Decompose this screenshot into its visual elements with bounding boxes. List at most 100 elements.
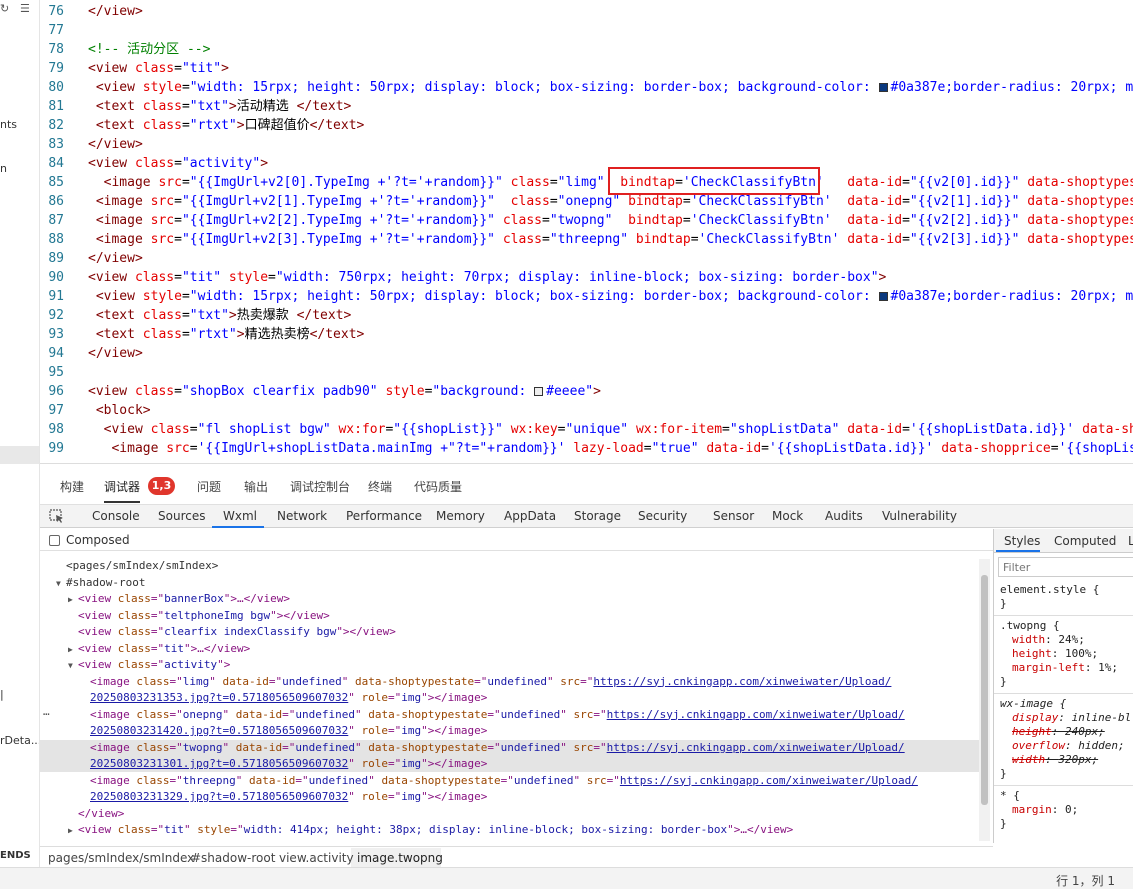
tree-node[interactable]: <image class="onepng" data-id="undefined… <box>40 707 980 723</box>
tree-node[interactable]: <image class="threepng" data-id="undefin… <box>40 773 980 789</box>
code-line[interactable]: 87 <image src="{{ImgUrl+v2[2].TypeImg +'… <box>40 211 1133 230</box>
style-property[interactable]: margin-left: 1%; <box>1012 661 1118 675</box>
tree-node[interactable]: <view class="teltphoneImg bgw"></view> <box>40 608 980 624</box>
code-line[interactable]: 89 </view> <box>40 249 1133 268</box>
composed-checkbox[interactable] <box>49 535 60 546</box>
tab-console[interactable]: Console <box>92 509 140 523</box>
tab-build[interactable]: 构建 <box>60 478 84 495</box>
inspect-element-icon[interactable] <box>49 509 65 524</box>
resource-link[interactable]: 20250803231420.jpg?t=0.5718056509607032 <box>90 724 348 737</box>
code-line[interactable]: 86 <image src="{{ImgUrl+v2[1].TypeImg +'… <box>40 192 1133 211</box>
tab-mock[interactable]: Mock <box>772 509 803 523</box>
tab-sources[interactable]: Sources <box>158 509 205 523</box>
tab-layout[interactable]: L <box>1128 534 1133 548</box>
style-selector[interactable]: wx-image { <box>1000 697 1066 711</box>
expand-right-icon[interactable]: ▶ <box>68 823 78 839</box>
tab-wxml[interactable]: Wxml <box>223 509 257 523</box>
tab-problems[interactable]: 问题 <box>197 478 221 495</box>
resource-link[interactable]: 20250803231353.jpg?t=0.5718056509607032 <box>90 691 348 704</box>
tab-code-quality[interactable]: 代码质量 <box>414 478 462 495</box>
style-property[interactable]: margin: 0; <box>1012 803 1078 817</box>
tab-appdata[interactable]: AppData <box>504 509 556 523</box>
tab-output[interactable]: 输出 <box>244 478 268 495</box>
tree-node[interactable]: ▼ #shadow-root <box>40 575 980 591</box>
code-line[interactable]: 81 <text class="txt">活动精选 </text> <box>40 97 1133 116</box>
code-line[interactable]: 78 <!-- 活动分区 --> <box>40 40 1133 59</box>
code-line[interactable]: 82 <text class="rtxt">口碑超值价</text> <box>40 116 1133 135</box>
color-swatch[interactable] <box>878 292 888 301</box>
breadcrumb-item[interactable]: pages/smIndex/smIndex <box>48 851 194 865</box>
tree-node[interactable]: 20250803231353.jpg?t=0.5718056509607032"… <box>40 690 980 706</box>
explorer-fragment[interactable]: ENDS <box>0 850 31 861</box>
style-property[interactable]: height: 100%; <box>1012 647 1098 661</box>
style-property[interactable]: width: 24%; <box>1012 633 1085 647</box>
resource-link[interactable]: https://syj.cnkingapp.com/xinweiwater/Up… <box>607 708 905 721</box>
selected-tree-node[interactable]: 20250803231301.jpg?t=0.5718056509607032"… <box>40 756 980 772</box>
expand-right-icon[interactable]: ▶ <box>68 642 78 658</box>
code-line[interactable]: 85 <image src="{{ImgUrl+v2[0].TypeImg +'… <box>40 173 1133 192</box>
code-editor[interactable]: 76 </view> 77 78 <!-- 活动分区 --> 79 <view class=… <box>40 0 1133 463</box>
code-line[interactable]: 96 <view class="shopBox clearfix padb90" … <box>40 382 1133 401</box>
code-line[interactable]: 90 <view class="tit" style="width: 750rpx… <box>40 268 1133 287</box>
style-selector[interactable]: .twopng { <box>1000 619 1060 633</box>
code-line[interactable]: 88 <image src="{{ImgUrl+v2[3].TypeImg +'… <box>40 230 1133 249</box>
collapse-icon[interactable]: ☰ <box>20 2 30 15</box>
code-line[interactable]: 76 </view> <box>40 2 1133 21</box>
explorer-fragment[interactable]: nts <box>0 118 17 131</box>
tab-memory[interactable]: Memory <box>436 509 485 523</box>
tab-performance[interactable]: Performance <box>346 509 422 523</box>
code-line[interactable]: 93 <text class="rtxt">精选热卖榜</text> <box>40 325 1133 344</box>
code-line[interactable]: 77 <box>40 21 1133 40</box>
tree-node[interactable]: <view class="clearfix indexClassify bgw"… <box>40 624 980 640</box>
style-property[interactable]: width: 320px; <box>1012 753 1098 767</box>
tab-sensor[interactable]: Sensor <box>713 509 754 523</box>
code-line[interactable]: 95 <box>40 363 1133 382</box>
expand-right-icon[interactable]: ▶ <box>68 592 78 608</box>
resource-link[interactable]: 20250803231329.jpg?t=0.5718056509607032 <box>90 790 348 803</box>
style-selector[interactable]: * { <box>1000 789 1020 803</box>
resource-link[interactable]: 20250803231301.jpg?t=0.5718056509607032 <box>90 757 348 770</box>
more-options-dots[interactable]: … <box>43 705 50 718</box>
tree-node[interactable]: 20250803231329.jpg?t=0.5718056509607032"… <box>40 789 980 805</box>
style-property[interactable]: overflow: hidden; <box>1012 739 1125 753</box>
tab-vulnerability[interactable]: Vulnerability <box>882 509 957 523</box>
tree-node[interactable]: </view> <box>40 806 980 822</box>
tree-node[interactable]: ▼ <view class="activity"> <box>40 657 980 673</box>
resource-link[interactable]: https://syj.cnkingapp.com/xinweiwater/Up… <box>607 741 905 754</box>
tab-terminal[interactable]: 终端 <box>368 478 392 495</box>
tab-storage[interactable]: Storage <box>574 509 621 523</box>
code-line[interactable]: 79 <view class="tit"> <box>40 59 1133 78</box>
tree-node[interactable]: <image class="limg" data-id="undefined" … <box>40 674 980 690</box>
style-selector[interactable]: element.style { <box>1000 583 1099 597</box>
explorer-fragment[interactable]: rDeta... <box>0 734 39 747</box>
tree-node[interactable]: ▶ <view class="tit" style="width: 414px; … <box>40 822 980 838</box>
elements-scrollbar-thumb[interactable] <box>981 575 988 805</box>
tree-node[interactable]: ▶ <view class="bannerBox">…</view> <box>40 591 980 607</box>
tab-debugger[interactable]: 调试器 <box>104 478 140 495</box>
color-swatch[interactable] <box>878 83 888 92</box>
tab-computed[interactable]: Computed <box>1054 534 1116 548</box>
code-line[interactable]: 92 <text class="txt">热卖爆款 </text> <box>40 306 1133 325</box>
tab-debug-console[interactable]: 调试控制台 <box>290 478 350 495</box>
styles-filter-input[interactable] <box>998 557 1133 577</box>
style-property[interactable]: height: 240px; <box>1012 725 1105 739</box>
code-line[interactable]: 94 </view> <box>40 344 1133 363</box>
code-line[interactable]: 84 <view class="activity"> <box>40 154 1133 173</box>
breadcrumb-item-active[interactable]: image.twopng <box>357 851 443 865</box>
code-line[interactable]: 91 <view style="width: 15rpx; height: 50… <box>40 287 1133 306</box>
tree-node[interactable]: ▶ <view class="tit">…</view> <box>40 641 980 657</box>
code-line[interactable]: 83 </view> <box>40 135 1133 154</box>
expand-down-icon[interactable]: ▼ <box>56 576 66 592</box>
refresh-icon[interactable]: ↻ <box>0 2 9 15</box>
cursor-position[interactable]: 行 1，列 1 <box>1056 872 1115 889</box>
resource-link[interactable]: https://syj.cnkingapp.com/xinweiwater/Up… <box>593 675 891 688</box>
tree-node[interactable]: <pages/smIndex/smIndex> <box>40 558 980 574</box>
code-line[interactable]: 80 <view style="width: 15rpx; height: 50… <box>40 78 1133 97</box>
tab-styles[interactable]: Styles <box>1004 534 1040 548</box>
breadcrumb-item[interactable]: #shadow-root <box>191 851 275 865</box>
tab-network[interactable]: Network <box>277 509 327 523</box>
code-line[interactable]: 98 <view class="fl shopList bgw" wx:for=… <box>40 420 1133 439</box>
style-property[interactable]: display: inline-bl <box>1012 711 1131 725</box>
tab-audits[interactable]: Audits <box>825 509 863 523</box>
breadcrumb-item[interactable]: view.activity <box>279 851 354 865</box>
